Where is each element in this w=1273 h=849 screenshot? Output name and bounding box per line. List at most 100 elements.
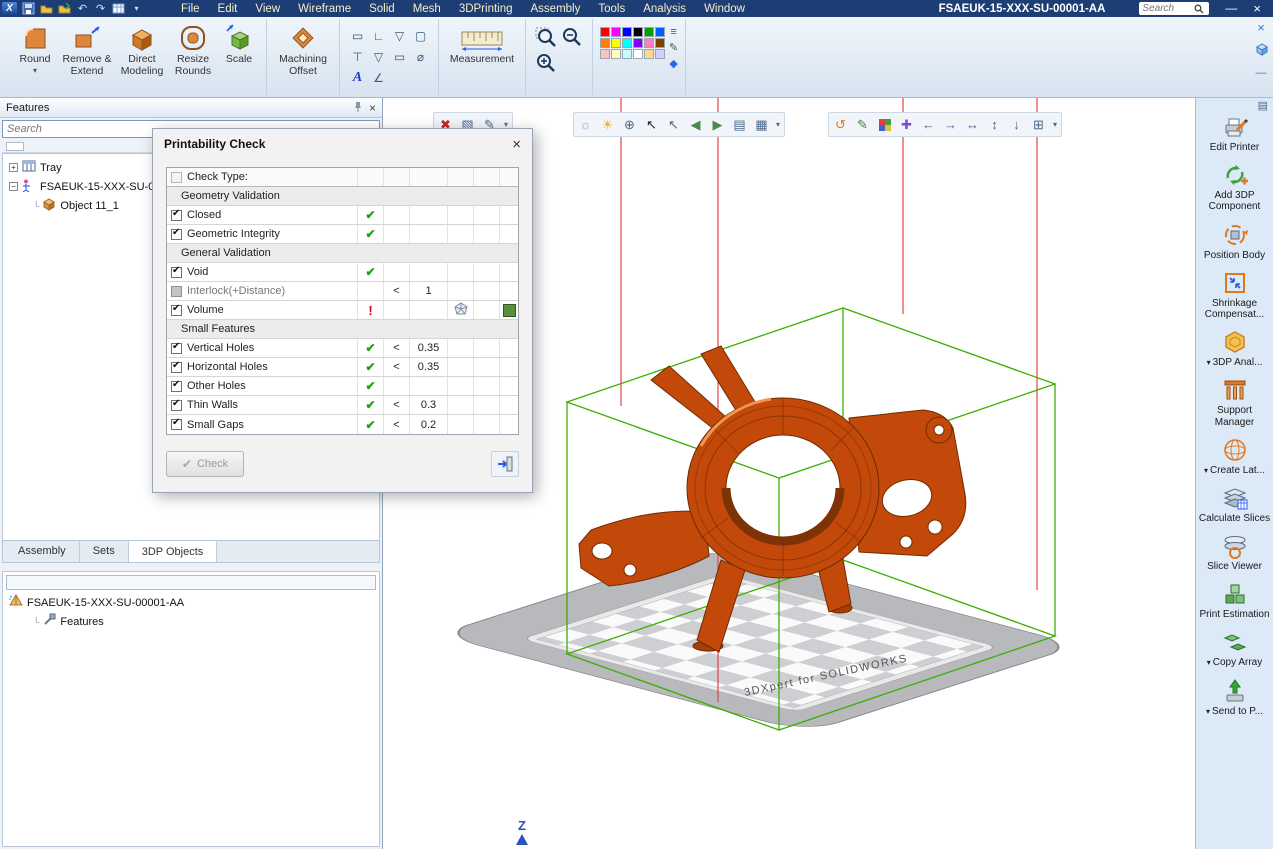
- send-to-printer-button[interactable]: ▾Send to P...: [1197, 678, 1273, 717]
- minimize-button[interactable]: —: [1225, 1, 1237, 16]
- add-3dp-component-button[interactable]: Add 3DP Component: [1197, 162, 1273, 212]
- rotate-view-icon[interactable]: ↺: [830, 114, 851, 135]
- tab-sets[interactable]: Sets: [80, 541, 129, 562]
- pan-left-icon[interactable]: ←: [918, 114, 939, 135]
- check-row-void[interactable]: Void: [167, 263, 518, 282]
- save-icon[interactable]: [21, 2, 36, 16]
- check-row-other-holes[interactable]: Other Holes: [167, 377, 518, 396]
- paint-drop-icon[interactable]: ◆: [669, 57, 677, 70]
- menu-3dprinting[interactable]: 3DPrinting: [450, 2, 522, 16]
- checkbox[interactable]: [171, 343, 182, 354]
- check-button[interactable]: ✔ Check: [166, 451, 244, 477]
- menu-view[interactable]: View: [246, 2, 289, 16]
- resize-rounds-button[interactable]: Resize Rounds: [169, 21, 217, 93]
- 3dp-analysis-button[interactable]: ▾3DP Anal...: [1197, 329, 1273, 368]
- edit-printer-button[interactable]: Edit Printer: [1197, 114, 1273, 153]
- panel-cube-icon[interactable]: [1255, 43, 1268, 59]
- scene-list-icon[interactable]: ▤: [729, 114, 750, 135]
- check-row-vertical-holes[interactable]: Vertical Holes < 0.35: [167, 339, 518, 358]
- check-row-small-gaps[interactable]: Small Gaps < 0.2: [167, 415, 518, 434]
- titlebar-search[interactable]: [1139, 2, 1209, 15]
- rect-dimension-icon[interactable]: ▭: [347, 25, 368, 46]
- round-button[interactable]: Round ▾: [13, 21, 57, 93]
- collapse-icon[interactable]: −: [9, 182, 18, 191]
- app-logo-icon[interactable]: X: [2, 2, 17, 16]
- threshold-value[interactable]: 0.2: [421, 419, 436, 431]
- remove-extend-button[interactable]: Remove & Extend: [59, 21, 115, 93]
- face-tool-icon[interactable]: ▭: [389, 46, 410, 67]
- check-row-geometric-integrity[interactable]: Geometric Integrity: [167, 225, 518, 244]
- table-icon[interactable]: [111, 2, 126, 16]
- menu-edit[interactable]: Edit: [209, 2, 247, 16]
- calculate-slices-button[interactable]: Calculate Slices: [1197, 485, 1273, 524]
- menu-assembly[interactable]: Assembly: [522, 2, 590, 16]
- diameter-tool-icon[interactable]: ⌀: [410, 46, 431, 67]
- objects-tree-features[interactable]: └ Features: [3, 612, 379, 631]
- panel-list-icon[interactable]: ▤: [1258, 99, 1273, 114]
- check-row-closed[interactable]: Closed: [167, 206, 518, 225]
- datum-tool-icon[interactable]: ⊤: [347, 46, 368, 67]
- color-palette[interactable]: [600, 27, 665, 59]
- angle-tool-icon[interactable]: ∠: [368, 67, 389, 88]
- line-styles-icon[interactable]: ≡: [670, 26, 676, 38]
- master-checkbox[interactable]: [171, 172, 182, 183]
- text-tool-icon[interactable]: A: [347, 67, 368, 88]
- close-button[interactable]: ×: [1253, 1, 1261, 16]
- position-body-button[interactable]: Position Body: [1197, 222, 1273, 261]
- check-row-volume[interactable]: Volume: [167, 301, 518, 320]
- checkbox[interactable]: [171, 305, 182, 316]
- print-estimation-button[interactable]: Print Estimation: [1197, 581, 1273, 620]
- previous-view-icon[interactable]: ◀: [685, 114, 706, 135]
- undo-icon[interactable]: ↶: [75, 2, 90, 16]
- panel-minimize-icon[interactable]: —: [1256, 67, 1267, 79]
- taper-tool-icon[interactable]: ▽: [368, 46, 389, 67]
- checkbox[interactable]: [171, 267, 182, 278]
- checkbox[interactable]: [171, 229, 182, 240]
- dropdown-arrow-icon[interactable]: ▾: [1207, 658, 1211, 667]
- check-row-thin-walls[interactable]: Thin Walls < 0.3: [167, 396, 518, 415]
- dialog-close-icon[interactable]: ×: [512, 136, 521, 153]
- triangle-tool-icon[interactable]: ▽: [389, 25, 410, 46]
- open-folder-icon[interactable]: [39, 2, 54, 16]
- search-input[interactable]: [1142, 3, 1194, 14]
- filter-notch[interactable]: [6, 142, 24, 151]
- menu-tools[interactable]: Tools: [589, 2, 634, 16]
- menu-solid[interactable]: Solid: [360, 2, 404, 16]
- threshold-value[interactable]: 0.3: [421, 399, 436, 411]
- corner-dimension-icon[interactable]: ∟: [368, 25, 389, 46]
- checkbox[interactable]: [171, 381, 182, 392]
- render-mode-icon[interactable]: [874, 114, 895, 135]
- pan-horizontal-icon[interactable]: ↔: [962, 114, 983, 135]
- objects-tree-root[interactable]: FSAEUK-15-XXX-SU-00001-AA: [3, 593, 379, 612]
- support-manager-button[interactable]: Support Manager: [1197, 377, 1273, 427]
- panel-close-icon[interactable]: ×: [1257, 20, 1265, 35]
- light-on-icon[interactable]: ☀: [597, 114, 618, 135]
- qat-customize-icon[interactable]: ▾: [129, 2, 144, 16]
- tab-assembly[interactable]: Assembly: [5, 541, 80, 562]
- checkbox[interactable]: [171, 419, 182, 430]
- import-icon[interactable]: [57, 2, 72, 16]
- exit-dialog-button[interactable]: [491, 451, 519, 477]
- zoom-window-icon[interactable]: [533, 25, 559, 51]
- menu-mesh[interactable]: Mesh: [404, 2, 450, 16]
- direct-modeling-button[interactable]: Direct Modeling: [117, 21, 167, 93]
- dropdown-arrow-icon[interactable]: ▾: [1207, 358, 1211, 367]
- light-off-icon[interactable]: ☼: [575, 114, 596, 135]
- grid-view-icon[interactable]: ⊞: [1028, 114, 1049, 135]
- expand-icon[interactable]: +: [9, 163, 18, 172]
- pan-down-icon[interactable]: ↓: [1006, 114, 1027, 135]
- objects-panel-header-bar[interactable]: [6, 575, 376, 590]
- pan-vertical-icon[interactable]: ↕: [984, 114, 1005, 135]
- menu-file[interactable]: File: [172, 2, 209, 16]
- add-light-icon[interactable]: ⊕: [619, 114, 640, 135]
- slice-viewer-button[interactable]: Slice Viewer: [1197, 533, 1273, 572]
- menu-analysis[interactable]: Analysis: [634, 2, 695, 16]
- threshold-value[interactable]: 1: [425, 285, 431, 297]
- next-view-icon[interactable]: ▶: [707, 114, 728, 135]
- volume-color-swatch[interactable]: [503, 304, 516, 317]
- check-row-interlock[interactable]: Interlock(+Distance) < 1: [167, 282, 518, 301]
- pin-icon[interactable]: [353, 101, 363, 115]
- menu-window[interactable]: Window: [695, 2, 754, 16]
- machining-offset-button[interactable]: Machining Offset: [274, 21, 332, 93]
- copy-array-button[interactable]: ▾Copy Array: [1197, 629, 1273, 668]
